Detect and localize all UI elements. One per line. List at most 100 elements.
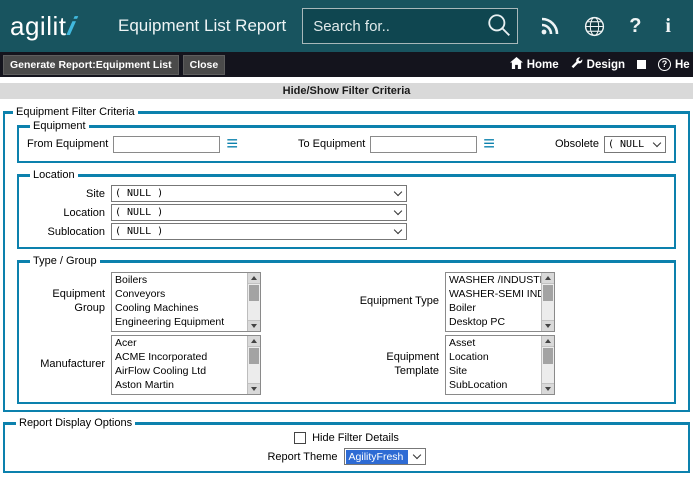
report-display-options-fieldset: Report Display Options Hide Filter Detai…	[3, 417, 690, 473]
equipment-row: From Equipment ≡ To Equipment ≡ Obsolete…	[27, 134, 666, 154]
home-link[interactable]: Home	[510, 57, 559, 72]
triangle-down-icon	[251, 387, 257, 391]
triangle-up-icon	[251, 276, 257, 280]
chevron-down-icon	[412, 451, 420, 459]
equipment-group-listbox[interactable]: Boilers Conveyors Cooling Machines Engin…	[111, 272, 261, 332]
hide-show-filter-bar[interactable]: Hide/Show Filter Criteria	[0, 83, 693, 99]
hide-filter-details-row: Hide Filter Details	[13, 432, 680, 444]
list-item[interactable]: Acer	[112, 336, 247, 350]
manufacturer-label: Manufacturer	[27, 358, 105, 372]
equipment-legend: Equipment	[30, 120, 89, 132]
equipment-template-listbox[interactable]: Asset Location Site SubLocation	[445, 335, 555, 395]
equipment-group-options: Boilers Conveyors Cooling Machines Engin…	[112, 273, 247, 331]
type-group-fieldset: Type / Group Equipment Group Boilers Con…	[17, 255, 676, 404]
globe-icon[interactable]	[584, 16, 605, 37]
info-icon[interactable]: i	[665, 16, 671, 36]
list-item[interactable]: WASHER-SEMI IND	[446, 287, 541, 301]
wrench-icon	[571, 57, 583, 72]
search-box[interactable]	[302, 8, 518, 44]
scroll-up-button[interactable]	[542, 336, 554, 347]
site-select[interactable]: ( NULL )	[111, 185, 407, 202]
equipment-type-options: WASHER /INDUSTRIAL WASHER-SEMI IND Boile…	[446, 273, 541, 331]
page-title: Equipment List Report	[118, 16, 286, 36]
list-item[interactable]: AirFlow Cooling Ltd	[112, 364, 247, 378]
list-item[interactable]: Cooling Machines	[112, 301, 247, 315]
scrollbar-thumb[interactable]	[543, 348, 553, 364]
design-toggle-checkbox[interactable]	[637, 60, 646, 69]
chevron-down-icon	[653, 138, 661, 146]
scroll-up-button[interactable]	[542, 273, 554, 284]
design-link[interactable]: Design	[571, 57, 625, 72]
list-item[interactable]: Engineering Equipment	[112, 315, 247, 329]
scroll-down-button[interactable]	[248, 383, 260, 394]
from-equipment-group: From Equipment ≡	[27, 134, 238, 154]
scrollbar-thumb[interactable]	[249, 285, 259, 301]
equipment-template-options: Asset Location Site SubLocation	[446, 336, 541, 394]
scroll-up-button[interactable]	[248, 336, 260, 347]
list-item[interactable]: WASHER /INDUSTRIAL	[446, 273, 541, 287]
to-equipment-input[interactable]	[370, 136, 477, 153]
scroll-up-button[interactable]	[248, 273, 260, 284]
sublocation-select-value: ( NULL )	[115, 226, 163, 237]
help-icon[interactable]: ?	[629, 16, 641, 36]
location-fieldset: Location Site ( NULL ) Location ( NULL )…	[17, 169, 676, 249]
from-equipment-input[interactable]	[113, 136, 220, 153]
site-row: Site ( NULL )	[27, 185, 666, 202]
triangle-up-icon	[545, 276, 551, 280]
toolbar-right: Home Design ? Help	[510, 57, 690, 72]
to-equipment-lookup-icon[interactable]: ≡	[483, 134, 495, 154]
list-item[interactable]: ACME Incorporated	[112, 350, 247, 364]
scrollbar[interactable]	[541, 336, 554, 394]
hide-filter-details-checkbox[interactable]	[294, 432, 306, 444]
location-select[interactable]: ( NULL )	[111, 204, 407, 221]
list-item[interactable]: Location	[446, 350, 541, 364]
report-theme-value: AgilityFresh	[346, 450, 408, 464]
list-item[interactable]: Aston Martin	[112, 378, 247, 392]
scrollbar-thumb[interactable]	[249, 348, 259, 364]
report-theme-select[interactable]: AgilityFresh	[344, 448, 426, 465]
list-item[interactable]: Desktop PC	[446, 315, 541, 329]
type-group-row-1: Equipment Group Boilers Conveyors Coolin…	[27, 272, 666, 332]
manufacturer-listbox[interactable]: Acer ACME Incorporated AirFlow Cooling L…	[111, 335, 261, 395]
sublocation-row: Sublocation ( NULL )	[27, 223, 666, 240]
close-button[interactable]: Close	[183, 55, 226, 75]
equipment-type-listbox[interactable]: WASHER /INDUSTRIAL WASHER-SEMI IND Boile…	[445, 272, 555, 332]
design-label: Design	[587, 59, 625, 71]
location-row: Location ( NULL )	[27, 204, 666, 221]
scroll-down-button[interactable]	[248, 320, 260, 331]
obsolete-group: Obsolete ( NULL )	[555, 136, 666, 153]
help-link[interactable]: ? Help	[658, 58, 690, 71]
search-button[interactable]	[481, 12, 517, 41]
location-select-value: ( NULL )	[115, 207, 163, 218]
generate-report-button[interactable]: Generate Report:Equipment List	[3, 55, 179, 75]
triangle-down-icon	[251, 324, 257, 328]
list-item[interactable]: Boilers	[112, 273, 247, 287]
scrollbar[interactable]	[541, 273, 554, 331]
sublocation-select[interactable]: ( NULL )	[111, 223, 407, 240]
scrollbar[interactable]	[247, 273, 260, 331]
obsolete-select[interactable]: ( NULL )	[604, 136, 666, 153]
scrollbar-thumb[interactable]	[543, 285, 553, 301]
scroll-down-button[interactable]	[542, 320, 554, 331]
app-logo[interactable]: agilit i	[0, 11, 110, 42]
header-icons: ? i	[540, 16, 671, 37]
list-item[interactable]: Site	[446, 364, 541, 378]
scroll-down-button[interactable]	[542, 383, 554, 394]
site-label: Site	[27, 188, 105, 200]
equipment-group-label: Equipment Group	[27, 288, 105, 316]
obsolete-label: Obsolete	[555, 138, 599, 150]
chevron-down-icon	[394, 226, 402, 234]
list-item[interactable]: Boiler	[446, 301, 541, 315]
list-item[interactable]: Conveyors	[112, 287, 247, 301]
report-display-options-legend: Report Display Options	[16, 417, 135, 429]
search-input[interactable]	[303, 18, 481, 35]
help-label: Help	[675, 59, 690, 71]
rss-icon[interactable]	[540, 16, 560, 36]
location-legend: Location	[30, 169, 78, 181]
scrollbar[interactable]	[247, 336, 260, 394]
report-theme-label: Report Theme	[267, 451, 337, 463]
from-equipment-lookup-icon[interactable]: ≡	[226, 134, 238, 154]
list-item[interactable]: Asset	[446, 336, 541, 350]
manufacturer-options: Acer ACME Incorporated AirFlow Cooling L…	[112, 336, 247, 394]
list-item[interactable]: SubLocation	[446, 378, 541, 392]
